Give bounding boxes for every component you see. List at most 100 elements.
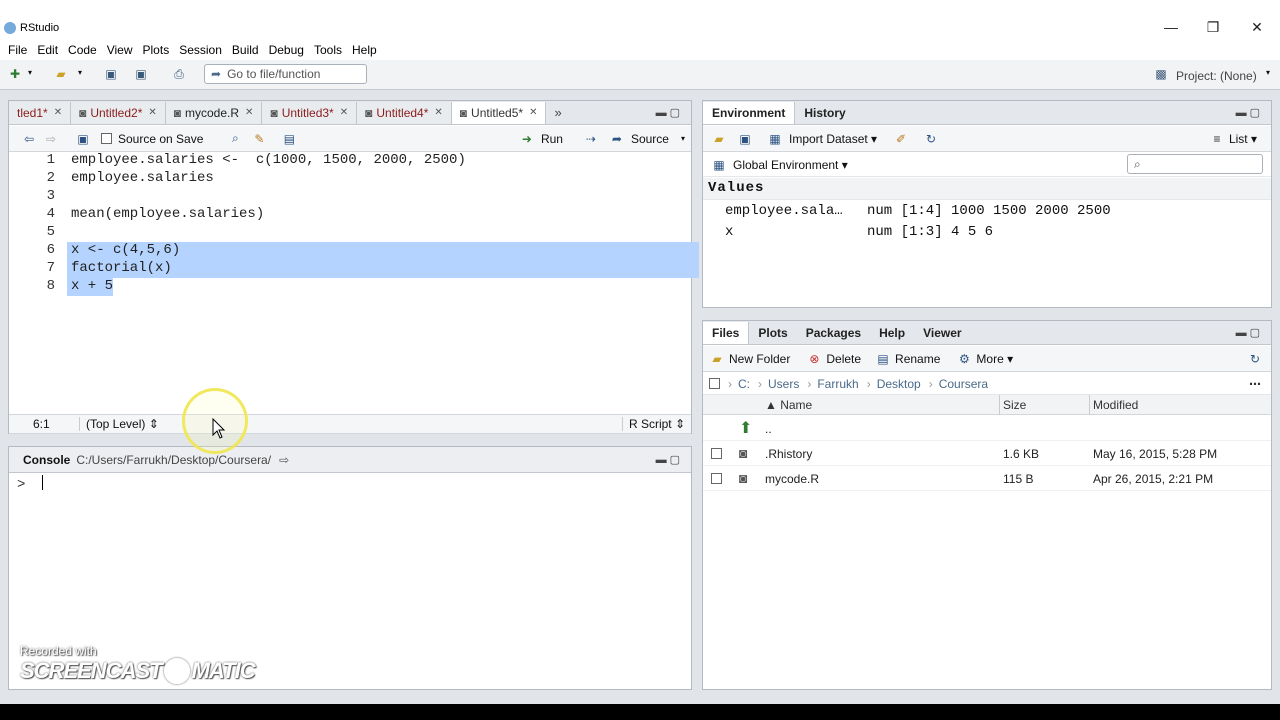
tab-history[interactable]: History [795,102,854,124]
tab-help[interactable]: Help [870,322,914,344]
tab-untitled3[interactable]: ◙ Untitled3* ✕ [262,101,358,124]
code-line[interactable]: factorial(x) [71,260,172,276]
file-name[interactable]: mycode.R [765,472,819,486]
delete-button[interactable]: Delete [826,352,861,366]
environment-search-input[interactable]: ⌕ [1127,154,1263,174]
breadcrumb-item[interactable]: C: [738,377,750,391]
tab-viewer[interactable]: Viewer [914,322,970,344]
compile-report-icon[interactable]: ▤ [281,131,297,147]
search-icon[interactable]: ⌕ [227,131,243,147]
menu-code[interactable]: Code [68,43,97,57]
new-folder-button[interactable]: New Folder [729,352,790,366]
tab-untitled4[interactable]: ◙ Untitled4* ✕ [357,101,452,124]
tab-plots[interactable]: Plots [749,322,796,344]
magic-wand-icon[interactable]: ✎ [251,131,267,147]
scope-selector[interactable]: (Top Level) ⇕ [79,417,159,431]
menu-plots[interactable]: Plots [143,43,170,57]
more-button[interactable]: More ▾ [976,352,1013,366]
tab-untitled2[interactable]: ◙ Untitled2* ✕ [71,101,166,124]
env-row[interactable]: employee.sala… num [1:4] 1000 1500 2000 … [703,201,1271,222]
pane-minmax-icon[interactable]: ▬▢ [1236,106,1263,119]
pane-minmax-icon[interactable]: ▬▢ [1236,326,1263,339]
table-row[interactable]: ◙ .Rhistory 1.6 KB May 16, 2015, 5:28 PM [703,441,1271,466]
breadcrumb-item[interactable]: Desktop [877,377,921,391]
close-tab-icon[interactable]: ✕ [340,107,348,118]
console-output[interactable]: > [17,475,43,493]
file-type-selector[interactable]: R Script ⇕ [621,417,685,431]
import-dataset-button[interactable]: Import Dataset ▾ [789,132,877,146]
source-dropdown-icon[interactable]: ▾ [681,134,685,143]
code-line[interactable]: x <- c(4,5,6) [71,242,180,258]
go-to-file-input[interactable]: ➦ Go to file/function [204,64,367,84]
tab-untitled1[interactable]: tled1* ✕ [9,101,72,124]
code-editor[interactable]: 1 employee.salaries <- c(1000, 1500, 2000… [9,152,699,414]
save-icon[interactable]: ▣ [102,65,120,83]
menu-session[interactable]: Session [179,43,222,57]
table-row[interactable]: ◙ mycode.R 115 B Apr 26, 2015, 2:21 PM [703,466,1271,491]
save-all-icon[interactable]: ▣ [132,65,150,83]
list-view-button[interactable]: List ▾ [1229,132,1257,146]
column-name[interactable]: ▲ Name [765,398,812,412]
code-line[interactable]: employee.salaries [71,170,214,186]
row-checkbox[interactable] [711,448,722,459]
pane-minmax-icon[interactable]: ▬▢ [656,106,683,119]
tab-environment[interactable]: Environment [703,101,796,124]
more-options-icon[interactable]: ⋯ [1249,377,1261,391]
column-modified[interactable]: Modified [1093,398,1138,412]
rename-button[interactable]: Rename [895,352,940,366]
menu-edit[interactable]: Edit [37,43,58,57]
minimize-button[interactable]: — [1148,14,1194,40]
tab-mycode[interactable]: ◙ mycode.R ✕ [165,101,263,124]
source-button[interactable]: Source [631,132,669,146]
close-tab-icon[interactable]: ✕ [148,107,156,118]
row-checkbox[interactable] [711,473,722,484]
close-tab-icon[interactable]: ✕ [54,107,62,118]
tab-packages[interactable]: Packages [797,322,870,344]
open-dropdown-icon[interactable]: ▾ [78,68,82,77]
code-line[interactable]: employee.salaries <- c(1000, 1500, 2000,… [71,152,466,168]
menu-view[interactable]: View [107,43,133,57]
breadcrumb-item[interactable]: Farrukh [817,377,858,391]
menu-tools[interactable]: Tools [314,43,342,57]
save-icon[interactable]: ▣ [75,131,91,147]
go-to-directory-icon[interactable]: ⇨ [279,453,289,467]
env-row[interactable]: x num [1:3] 4 5 6 [703,222,1271,243]
pane-minmax-icon[interactable]: ▬▢ [656,453,683,466]
new-file-dropdown-icon[interactable]: ▾ [28,68,32,77]
menu-file[interactable]: File [8,43,27,57]
refresh-icon[interactable]: ↻ [923,131,939,147]
file-name[interactable]: .Rhistory [765,447,812,461]
close-tab-icon[interactable]: ✕ [245,107,253,118]
select-all-checkbox[interactable] [709,378,720,389]
project-menu[interactable]: Project: (None) [1176,69,1257,83]
close-tab-icon[interactable]: ✕ [529,107,537,118]
breadcrumb-item[interactable]: Users [768,377,799,391]
close-tab-icon[interactable]: ✕ [434,107,442,118]
rerun-icon[interactable]: ⇢ [583,131,599,147]
code-line[interactable]: x + 5 [71,278,113,294]
print-icon[interactable]: ⎙ [170,65,188,83]
source-on-save-checkbox[interactable] [101,133,112,144]
new-file-icon[interactable]: ✚ [6,65,24,83]
breadcrumb-item[interactable]: Coursera [939,377,988,391]
refresh-icon[interactable]: ↻ [1247,351,1263,367]
maximize-button[interactable]: ❐ [1190,14,1236,40]
back-arrow-icon[interactable]: ⇦ [21,131,37,147]
menu-build[interactable]: Build [232,43,259,57]
environment-scope-selector[interactable]: Global Environment ▾ [733,158,848,172]
column-size[interactable]: Size [1003,398,1026,412]
close-button[interactable]: ✕ [1234,14,1280,40]
parent-dir-row[interactable]: ⬆ .. [703,416,1271,441]
parent-dir-link[interactable]: .. [765,422,772,436]
forward-arrow-icon[interactable]: ⇨ [43,131,59,147]
menu-help[interactable]: Help [352,43,377,57]
clear-broom-icon[interactable]: ✐ [893,131,909,147]
load-workspace-icon[interactable]: ▰ [711,131,727,147]
save-workspace-icon[interactable]: ▣ [737,131,753,147]
tab-untitled5[interactable]: ◙ Untitled5* ✕ [451,101,547,124]
menu-debug[interactable]: Debug [269,43,304,57]
project-dropdown-icon[interactable]: ▾ [1266,68,1270,77]
code-line[interactable]: mean(employee.salaries) [71,206,264,222]
open-folder-icon[interactable]: ▰ [52,65,70,83]
more-tabs-icon[interactable]: » [554,105,561,120]
